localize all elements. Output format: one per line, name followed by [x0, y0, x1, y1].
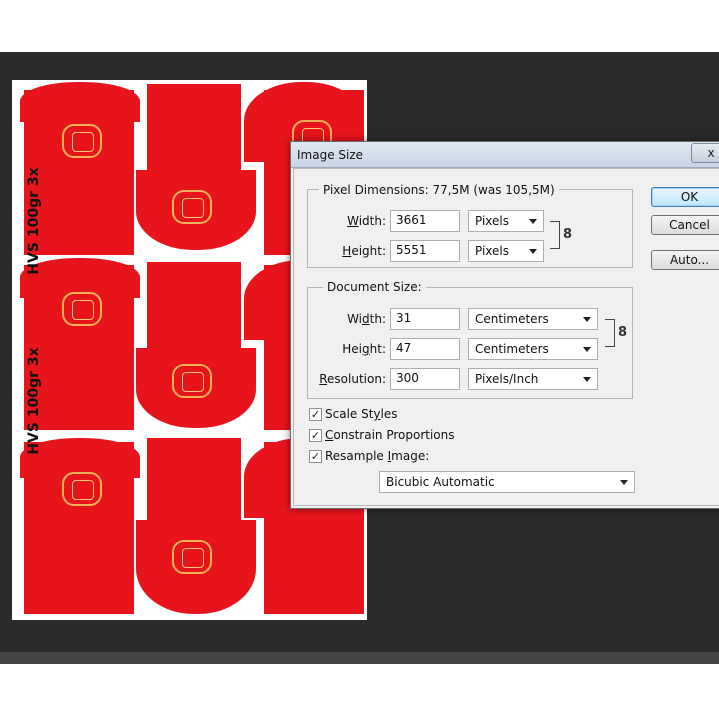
- envelope-logo-icon: [172, 364, 212, 398]
- pixel-width-field[interactable]: 3661: [390, 210, 460, 232]
- label-text: mage:: [391, 449, 430, 463]
- resample-method-select[interactable]: Bicubic Automatic: [379, 471, 635, 493]
- label-text: esolution:: [327, 372, 386, 386]
- dialog-client-area: Pixel Dimensions: 77,5M (was 105,5M) Wid…: [293, 168, 719, 506]
- label-mnemonic: W: [347, 214, 359, 228]
- label-text: les: [380, 407, 398, 421]
- workspace-bottom-bar: [0, 652, 719, 664]
- label-mnemonic: g: [362, 342, 370, 356]
- envelope-shape: [147, 262, 241, 352]
- constrain-bracket: [550, 221, 560, 249]
- doc-width-value: 31: [396, 311, 412, 325]
- pixel-dimensions-label: Pixel Dimensions:: [323, 183, 429, 197]
- doc-height-label: Height:: [314, 342, 386, 356]
- chevron-down-icon: [620, 480, 628, 485]
- resolution-label: Resolution:: [302, 372, 386, 386]
- dialog-titlebar[interactable]: Image Size x: [291, 142, 719, 168]
- label-text: eight:: [351, 244, 386, 258]
- dialog-title: Image Size: [297, 148, 364, 162]
- resample-image-label: Resample Image:: [325, 449, 429, 463]
- resolution-unit: Pixels/Inch: [475, 372, 539, 386]
- cancel-button[interactable]: Cancel: [651, 215, 719, 235]
- doc-width-field[interactable]: 31: [390, 308, 460, 330]
- resolution-unit-select[interactable]: Pixels/Inch: [468, 368, 598, 390]
- constrain-proportions-label: Constrain Proportions: [325, 428, 455, 442]
- doc-width-unit: Centimeters: [475, 312, 549, 326]
- document-size-legend: Document Size:: [323, 280, 426, 294]
- envelope-logo-icon: [62, 472, 102, 506]
- envelope-flap: [20, 82, 140, 122]
- pixel-width-unit: Pixels: [475, 214, 510, 228]
- envelope-logo-icon: [172, 540, 212, 574]
- resample-method-value: Bicubic Automatic: [386, 475, 495, 489]
- ok-button[interactable]: OK: [651, 187, 719, 207]
- chain-link-icon: 8: [618, 325, 628, 340]
- envelope-logo-icon: [62, 292, 102, 326]
- label-text: onstrain Proportions: [333, 428, 455, 442]
- label-text: Wi: [347, 312, 363, 326]
- label-text: Scale St: [325, 407, 374, 421]
- pixel-height-field[interactable]: 5551: [390, 240, 460, 262]
- close-button[interactable]: x: [691, 143, 719, 163]
- doc-height-value: 47: [396, 341, 412, 355]
- auto-button[interactable]: Auto...: [651, 250, 719, 270]
- label-text: idth:: [358, 214, 386, 228]
- doc-height-field[interactable]: 47: [390, 338, 460, 360]
- label-text: ht:: [369, 342, 386, 356]
- chevron-down-icon: [583, 317, 591, 322]
- doc-width-label: Width:: [314, 312, 386, 326]
- doc-height-unit-select[interactable]: Centimeters: [468, 338, 598, 360]
- pixel-height-unit-select[interactable]: Pixels: [468, 240, 544, 262]
- check-icon: ✓: [309, 408, 322, 421]
- resolution-field[interactable]: 300: [390, 368, 460, 390]
- pixel-dimensions-size: 77,5M (was 105,5M): [432, 183, 555, 197]
- canvas-label: HVS 100gr 3x: [26, 167, 42, 275]
- constrain-bracket: [605, 319, 615, 347]
- envelope-logo-icon: [62, 124, 102, 158]
- pixel-height-value: 5551: [396, 243, 427, 257]
- scale-styles-label: Scale Styles: [325, 407, 398, 421]
- doc-width-unit-select[interactable]: Centimeters: [468, 308, 598, 330]
- label-text: Resample: [325, 449, 388, 463]
- label-mnemonic: y: [373, 407, 381, 421]
- pixel-width-value: 3661: [396, 213, 427, 227]
- close-icon: x: [707, 146, 715, 160]
- label-mnemonic: d: [362, 312, 370, 326]
- envelope-logo-icon: [172, 190, 212, 224]
- resolution-value: 300: [396, 371, 419, 385]
- label-text: th:: [369, 312, 386, 326]
- pixel-height-label: Height:: [314, 244, 386, 258]
- envelope-shape: [147, 438, 241, 528]
- label-mnemonic: H: [342, 244, 352, 258]
- check-icon: ✓: [309, 429, 322, 442]
- image-size-dialog: Image Size x Pixel Dimensions: 77,5M (wa…: [290, 141, 719, 509]
- pixel-dimensions-legend: Pixel Dimensions: 77,5M (was 105,5M): [319, 183, 559, 197]
- pixel-height-unit: Pixels: [475, 244, 510, 258]
- chevron-down-icon: [529, 219, 537, 224]
- label-text: Hei: [342, 342, 363, 356]
- check-icon: ✓: [309, 450, 322, 463]
- envelope-shape: [147, 84, 241, 174]
- chevron-down-icon: [529, 249, 537, 254]
- pixel-width-label: Width:: [314, 214, 386, 228]
- canvas-label: HVS 100gr 3x: [26, 347, 42, 455]
- chain-link-icon: 8: [563, 227, 573, 242]
- chevron-down-icon: [583, 377, 591, 382]
- chevron-down-icon: [583, 347, 591, 352]
- label-mnemonic: R: [319, 372, 328, 386]
- doc-height-unit: Centimeters: [475, 342, 549, 356]
- pixel-width-unit-select[interactable]: Pixels: [468, 210, 544, 232]
